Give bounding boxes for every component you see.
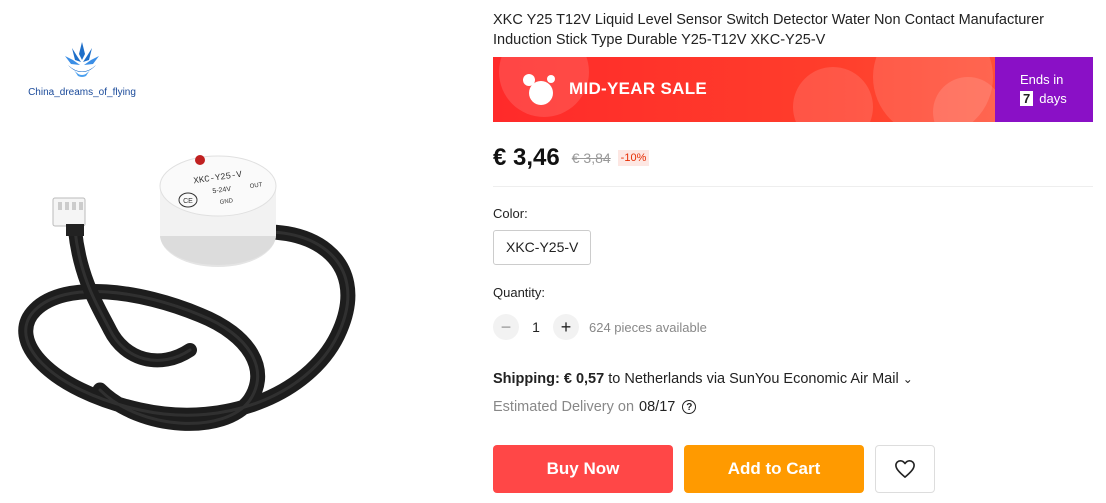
sale-banner[interactable]: MID-YEAR SALE Ends in 7 days bbox=[493, 57, 1093, 122]
chevron-down-icon[interactable]: ⌄ bbox=[903, 372, 913, 386]
store-watermark: China_dreams_of_flying bbox=[22, 38, 142, 98]
days-remaining: 7 days bbox=[1020, 91, 1067, 106]
add-to-cart-button[interactable]: Add to Cart bbox=[684, 445, 864, 493]
product-photo: XKC-Y25-V 5-24V OUT GND CE bbox=[18, 155, 356, 431]
delivery-label: Estimated Delivery on bbox=[493, 399, 635, 415]
lotus-logo-icon bbox=[65, 42, 99, 77]
decrease-quantity-button[interactable]: − bbox=[493, 314, 519, 340]
svg-text:CE: CE bbox=[183, 198, 193, 205]
ends-in-label: Ends in bbox=[1020, 72, 1064, 87]
sale-bubble-icon bbox=[523, 74, 555, 105]
stock-available: 624 pieces available bbox=[589, 319, 707, 335]
store-name: China_dreams_of_flying bbox=[28, 87, 136, 98]
wishlist-button[interactable] bbox=[875, 445, 935, 493]
days-unit: days bbox=[1039, 91, 1067, 106]
color-option-xkc-y25-v[interactable]: XKC-Y25-V bbox=[493, 230, 592, 265]
discount-badge: -10% bbox=[617, 150, 650, 166]
sale-title: MID-YEAR SALE bbox=[569, 79, 708, 98]
increase-quantity-button[interactable]: + bbox=[553, 314, 579, 340]
shipping-cost: € 0,57 bbox=[563, 371, 605, 387]
quantity-value[interactable]: 1 bbox=[519, 319, 553, 335]
heart-icon bbox=[895, 460, 915, 478]
days-count: 7 bbox=[1020, 91, 1034, 106]
shipping-method: to Netherlands via SunYou Economic Air M… bbox=[608, 371, 899, 387]
color-label: Color: bbox=[493, 206, 528, 221]
buy-now-button[interactable]: Buy Now bbox=[493, 445, 673, 493]
delivery-date: 08/17 bbox=[639, 399, 676, 415]
product-image-panel: China_dreams_of_flying XKC-Y25-V 5-24V O… bbox=[0, 0, 470, 503]
countdown-box: Ends in 7 days bbox=[995, 57, 1093, 122]
estimated-delivery: Estimated Delivery on 08/17 ? bbox=[493, 399, 697, 415]
price-row: € 3,46 € 3,84 -10% bbox=[493, 144, 650, 172]
current-price: € 3,46 bbox=[493, 144, 560, 171]
product-title: XKC Y25 T12V Liquid Level Sensor Switch … bbox=[493, 12, 1045, 48]
original-price: € 3,84 bbox=[571, 150, 611, 166]
question-icon[interactable]: ? bbox=[682, 400, 697, 414]
quantity-stepper: − 1 + 624 pieces available bbox=[493, 314, 707, 340]
shipping-label: Shipping: bbox=[493, 371, 560, 387]
quantity-label: Quantity: bbox=[493, 285, 546, 300]
sensor-body: XKC-Y25-V 5-24V OUT GND CE bbox=[159, 155, 277, 267]
shipping-info[interactable]: Shipping: € 0,57 to Netherlands via SunY… bbox=[493, 371, 913, 387]
divider bbox=[493, 186, 1093, 187]
